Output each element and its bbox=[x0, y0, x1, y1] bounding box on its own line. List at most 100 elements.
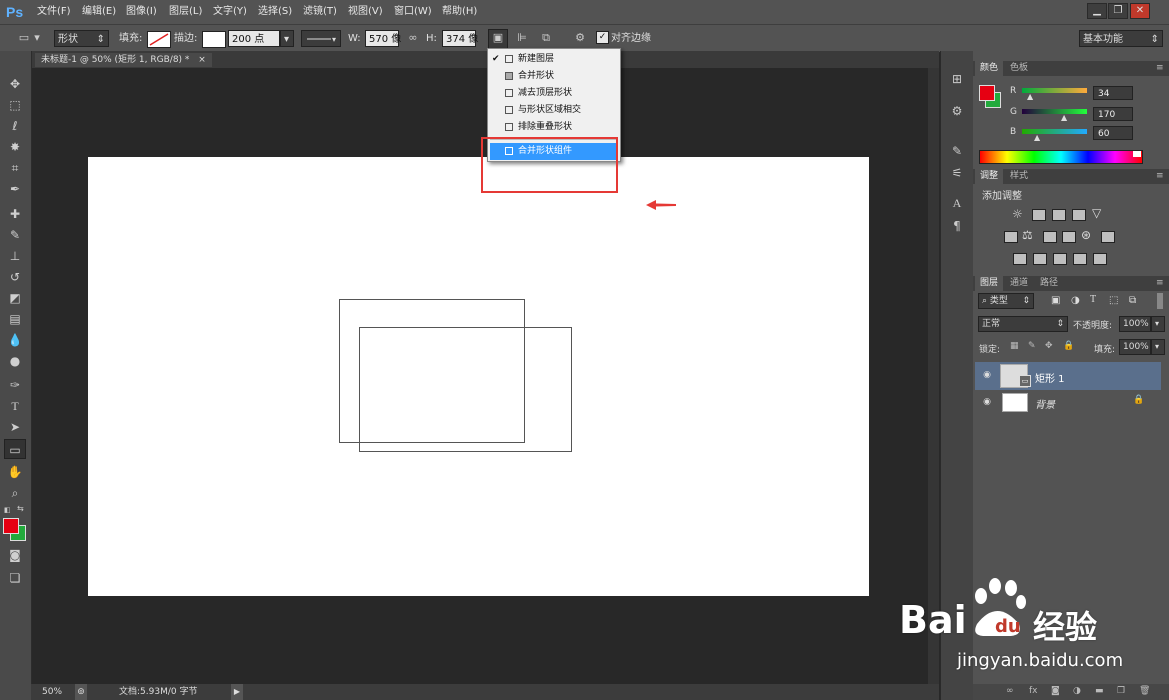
layer-filter-select[interactable]: ⌕ 类型 ⇕ bbox=[978, 293, 1034, 309]
lock-pixels-icon[interactable]: ✎ bbox=[1028, 341, 1036, 351]
filter-type-icon[interactable]: T bbox=[1090, 294, 1096, 305]
tab-layers[interactable]: 图层 bbox=[975, 276, 1004, 291]
layer-name[interactable]: 矩形 1 bbox=[1035, 370, 1065, 385]
selective-color-icon[interactable] bbox=[1073, 253, 1087, 265]
stroke-width-dropdown[interactable]: ▾ bbox=[280, 30, 294, 47]
layer-row-rectangle-1[interactable]: ◉ ▭ 矩形 1 bbox=[975, 362, 1161, 390]
layer-name[interactable]: 背景 bbox=[1035, 396, 1055, 411]
curves-icon[interactable] bbox=[1052, 209, 1066, 221]
rectangle-tool-preset-icon[interactable]: ▭ bbox=[16, 30, 32, 46]
stroke-swatch[interactable] bbox=[202, 31, 226, 48]
opacity-dropdown[interactable]: ▾ bbox=[1151, 316, 1165, 332]
marquee-tool-icon[interactable]: ⬚ bbox=[4, 95, 26, 115]
stroke-type-select[interactable]: ▾ bbox=[301, 30, 341, 47]
default-colors-icon[interactable]: ◧ bbox=[4, 506, 12, 514]
color-lookup-icon[interactable] bbox=[1101, 231, 1115, 243]
quick-mask-icon[interactable]: ◙ bbox=[4, 545, 26, 565]
document-canvas[interactable] bbox=[88, 157, 869, 596]
move-tool-icon[interactable]: ✥ bbox=[4, 74, 26, 94]
menu-type[interactable]: 文字(Y) bbox=[213, 0, 247, 24]
path-alignment-icon[interactable]: ⊫ bbox=[514, 30, 530, 46]
fill-dropdown[interactable]: ▾ bbox=[1151, 339, 1165, 355]
brightness-contrast-icon[interactable]: ☼ bbox=[1012, 207, 1023, 221]
brush-presets-icon[interactable]: ⚟ bbox=[948, 164, 966, 182]
link-icon[interactable]: ∞ bbox=[405, 30, 421, 46]
blue-slider[interactable] bbox=[1022, 129, 1087, 134]
history-brush-tool-icon[interactable]: ↺ bbox=[4, 267, 26, 287]
eye-icon[interactable]: ◉ bbox=[981, 369, 993, 381]
lock-position-icon[interactable]: ✥ bbox=[1045, 341, 1053, 351]
menu-image[interactable]: 图像(I) bbox=[126, 0, 157, 24]
zoom-tool-icon[interactable]: ⌕ bbox=[4, 483, 26, 503]
eraser-tool-icon[interactable]: ◩ bbox=[4, 288, 26, 308]
history-panel-icon[interactable]: ⊞ bbox=[948, 70, 966, 88]
tab-color[interactable]: 颜色 bbox=[975, 61, 1004, 76]
filter-shape-icon[interactable]: ⬚ bbox=[1109, 295, 1118, 306]
tab-channels[interactable]: 通道 bbox=[1005, 276, 1033, 291]
menu-view[interactable]: 视图(V) bbox=[348, 0, 383, 24]
tab-swatches[interactable]: 色板 bbox=[1005, 61, 1033, 76]
menu-edit[interactable]: 编辑(E) bbox=[82, 0, 116, 24]
share-icon[interactable]: ⊚ bbox=[75, 684, 87, 700]
filter-toggle-switch[interactable] bbox=[1157, 293, 1163, 309]
gradient-tool-icon[interactable]: ▤ bbox=[4, 309, 26, 329]
levels-icon[interactable] bbox=[1032, 209, 1046, 221]
slider-thumb-icon[interactable]: ▲ bbox=[1027, 92, 1033, 101]
stroke-width-input[interactable]: 200 点 bbox=[228, 30, 280, 47]
menu-item-subtract-front-shape[interactable]: 减去顶层形状 bbox=[488, 85, 620, 102]
menu-help[interactable]: 帮助(H) bbox=[442, 0, 477, 24]
rectangle-tool-icon[interactable]: ▭ bbox=[4, 439, 26, 459]
zoom-level[interactable]: 50% bbox=[42, 684, 62, 700]
invert-icon[interactable] bbox=[1013, 253, 1027, 265]
properties-panel-icon[interactable]: ⚙ bbox=[948, 102, 966, 120]
menu-select[interactable]: 选择(S) bbox=[258, 0, 292, 24]
character-panel-icon[interactable]: A bbox=[948, 194, 966, 212]
type-tool-icon[interactable]: T bbox=[4, 396, 26, 416]
brush-panel-icon[interactable]: ✎ bbox=[948, 142, 966, 160]
screen-mode-icon[interactable]: ❏ bbox=[4, 568, 26, 588]
fill-input[interactable]: 100% bbox=[1119, 339, 1151, 355]
menu-window[interactable]: 窗口(W) bbox=[394, 0, 432, 24]
restore-button[interactable]: ❐ bbox=[1108, 3, 1128, 19]
close-tab-icon[interactable]: × bbox=[198, 55, 206, 65]
magic-wand-tool-icon[interactable]: ✸ bbox=[4, 137, 26, 157]
shape-mode-select[interactable]: 形状 ⇕ bbox=[54, 30, 109, 47]
hue-saturation-icon[interactable] bbox=[1004, 231, 1018, 243]
close-window-button[interactable]: ✕ bbox=[1130, 3, 1150, 19]
menu-file[interactable]: 文件(F) bbox=[37, 0, 71, 24]
blur-tool-icon[interactable]: 💧 bbox=[4, 330, 26, 350]
gradient-map-icon[interactable] bbox=[1093, 253, 1107, 265]
hand-tool-icon[interactable]: ✋ bbox=[4, 462, 26, 482]
chevron-down-icon[interactable]: ▾ bbox=[33, 30, 41, 46]
menu-layer[interactable]: 图层(L) bbox=[169, 0, 202, 24]
rectangle-shape-2[interactable] bbox=[359, 327, 572, 452]
layer-row-background[interactable]: ◉ 背景 🔒 bbox=[975, 390, 1161, 414]
tab-adjustments[interactable]: 调整 bbox=[975, 169, 1004, 184]
photo-filter-icon[interactable] bbox=[1062, 231, 1076, 243]
paragraph-panel-icon[interactable]: ¶ bbox=[948, 217, 966, 235]
path-operations-icon[interactable]: ▣ bbox=[488, 29, 508, 49]
document-tab[interactable]: 未标题-1 @ 50% (矩形 1, RGB/8) * × bbox=[35, 53, 212, 67]
channel-mixer-icon[interactable]: ⊛ bbox=[1081, 228, 1091, 242]
clone-stamp-tool-icon[interactable]: ⊥ bbox=[4, 246, 26, 266]
align-edges-checkbox[interactable]: ✓ bbox=[596, 31, 609, 44]
opacity-input[interactable]: 100% bbox=[1119, 316, 1151, 332]
panel-menu-icon[interactable]: ≡ bbox=[1151, 61, 1169, 76]
workspace-select[interactable]: 基本功能 ⇕ bbox=[1079, 30, 1163, 47]
swap-colors-icon[interactable]: ⇆ bbox=[17, 504, 27, 514]
minimize-button[interactable]: ▁ bbox=[1087, 3, 1107, 19]
blend-mode-select[interactable]: 正常 ⇕ bbox=[978, 316, 1068, 332]
color-balance-icon[interactable]: ⚖ bbox=[1022, 228, 1033, 242]
healing-brush-tool-icon[interactable]: ✚ bbox=[4, 204, 26, 224]
eye-icon[interactable]: ◉ bbox=[981, 396, 993, 408]
lock-transparent-icon[interactable]: ▦ bbox=[1010, 341, 1019, 351]
blue-value-input[interactable]: 60 bbox=[1093, 126, 1133, 140]
posterize-icon[interactable] bbox=[1033, 253, 1047, 265]
gear-icon[interactable]: ⚙ bbox=[572, 30, 588, 46]
path-arrangement-icon[interactable]: ⧉ bbox=[538, 30, 554, 46]
threshold-icon[interactable] bbox=[1053, 253, 1067, 265]
menu-filter[interactable]: 滤镜(T) bbox=[303, 0, 337, 24]
filter-smart-object-icon[interactable]: ⧉ bbox=[1129, 295, 1136, 306]
exposure-icon[interactable] bbox=[1072, 209, 1086, 221]
tab-paths[interactable]: 路径 bbox=[1035, 276, 1063, 291]
